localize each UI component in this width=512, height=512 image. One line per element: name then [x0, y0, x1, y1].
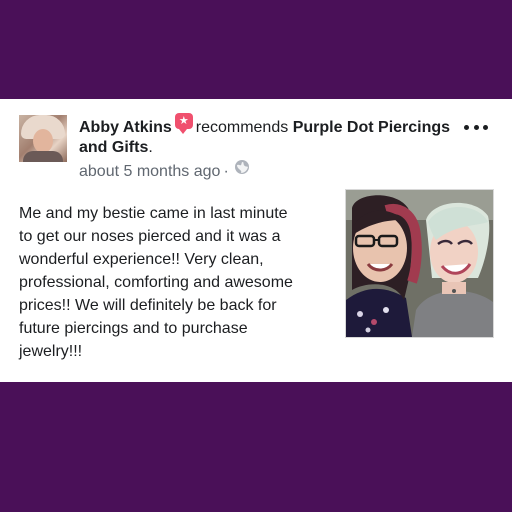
page-background: Abby Atkins ★ recommends Purple Dot Pierci… — [0, 0, 512, 512]
post-body-text: Me and my bestie came in last minute to … — [19, 205, 293, 360]
post-header: Abby Atkins ★ recommends Purple Dot Pierci… — [79, 112, 469, 158]
post-meta: about 5 months ago · — [79, 159, 250, 183]
more-dot — [464, 124, 469, 130]
more-dot — [473, 124, 479, 130]
author-avatar[interactable] — [19, 115, 67, 162]
recommendation-card: Abby Atkins ★ recommends Purple Dot Pierci… — [0, 99, 512, 382]
page-name-suffix: . — [148, 139, 153, 156]
recommends-text: recommends — [195, 119, 289, 136]
author-name-link[interactable]: Abby Atkins — [79, 119, 172, 136]
meta-separator: · — [223, 163, 229, 181]
avatar-shirt — [23, 151, 63, 162]
more-options-icon[interactable] — [464, 117, 488, 137]
post-photo[interactable] — [345, 189, 494, 338]
recommendation-star-icon: ★ — [174, 112, 193, 134]
avatar-face — [33, 129, 53, 153]
timestamp-link[interactable]: about 5 months ago — [79, 163, 220, 180]
globe-icon[interactable] — [234, 159, 250, 181]
more-dot — [483, 124, 488, 130]
